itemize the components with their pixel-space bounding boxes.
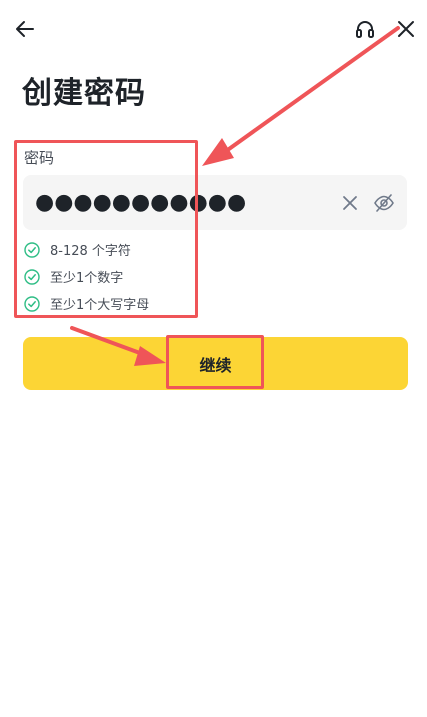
rule-uppercase: 至少1个大写字母 xyxy=(24,290,149,317)
continue-button[interactable]: 继续 xyxy=(23,337,408,390)
headset-icon[interactable] xyxy=(352,16,378,42)
password-input[interactable]: ●●●●●●●●●●● xyxy=(23,175,407,230)
check-circle-icon xyxy=(24,268,40,285)
eye-off-icon[interactable] xyxy=(373,192,395,214)
page-title: 创建密码 xyxy=(22,76,146,111)
password-value[interactable]: ●●●●●●●●●●● xyxy=(35,191,339,214)
password-label: 密码 xyxy=(24,149,55,167)
rule-text: 至少1个大写字母 xyxy=(50,298,150,313)
rule-text: 8-128 个字符 xyxy=(50,244,131,259)
password-rules: 8-128 个字符 至少1个数字 至少1个大写字母 xyxy=(24,236,149,317)
rule-length: 8-128 个字符 xyxy=(24,236,149,263)
check-circle-icon xyxy=(24,241,40,258)
close-icon[interactable] xyxy=(393,16,419,42)
back-arrow-icon[interactable] xyxy=(12,16,38,42)
rule-number: 至少1个数字 xyxy=(24,263,149,290)
clear-x-icon[interactable] xyxy=(339,192,361,214)
annotation-arrowhead xyxy=(202,138,234,166)
rule-text: 至少1个数字 xyxy=(50,271,124,286)
check-circle-icon xyxy=(24,295,40,312)
